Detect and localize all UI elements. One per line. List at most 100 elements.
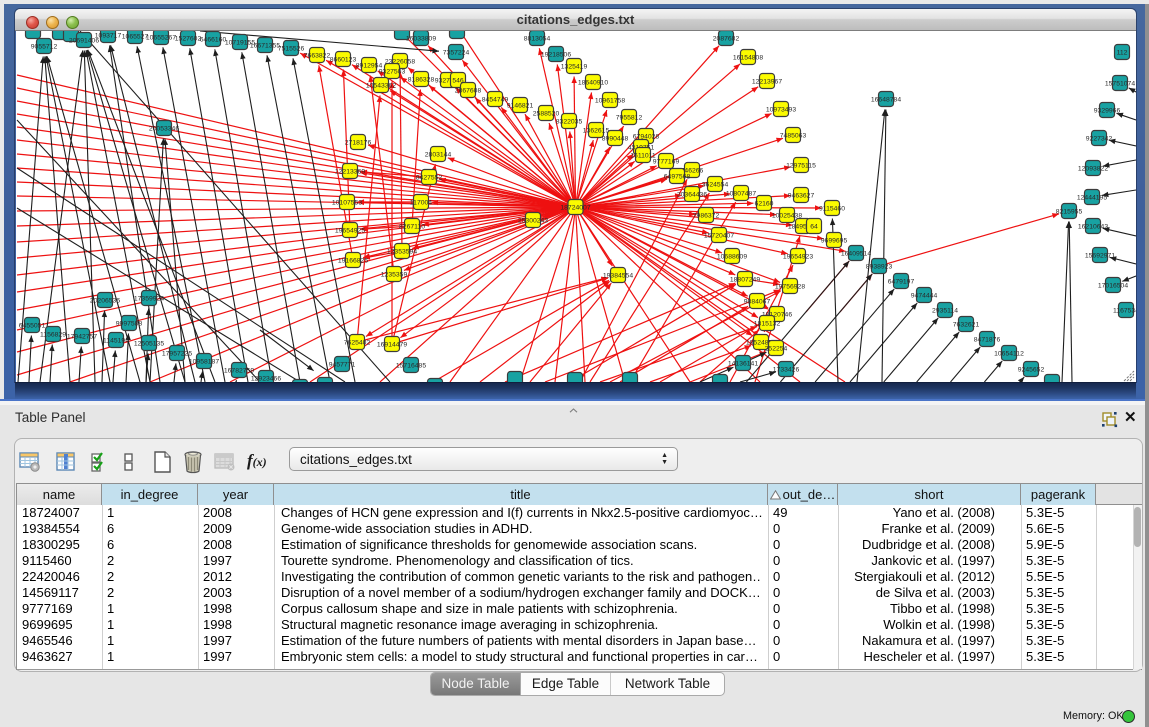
svg-text:2935114: 2935114 (932, 307, 958, 314)
svg-text:7485063: 7485063 (780, 132, 807, 139)
svg-text:9457771: 9457771 (329, 361, 356, 368)
svg-text:9884067: 9884067 (744, 298, 771, 305)
svg-text:16782759: 16782759 (224, 367, 254, 374)
svg-text:9699695: 9699695 (821, 237, 848, 244)
svg-text:17359924: 17359924 (134, 295, 164, 302)
svg-text:19654925: 19654925 (335, 227, 365, 234)
svg-text:12444195: 12444195 (1077, 194, 1107, 201)
svg-text:7357224: 7357224 (443, 49, 470, 56)
svg-text:8471876: 8471876 (974, 336, 1001, 343)
svg-text:64: 64 (810, 223, 818, 230)
svg-text:6455051: 6455051 (19, 322, 46, 329)
svg-text:1145194: 1145194 (103, 337, 129, 344)
svg-text:12213967: 12213967 (752, 78, 782, 85)
svg-text:19654923: 19654923 (783, 253, 813, 260)
svg-text:8990448: 8990448 (602, 135, 629, 142)
svg-text:20206536: 20206536 (90, 297, 120, 304)
svg-text:9463627: 9463627 (788, 192, 815, 199)
svg-text:252254: 252254 (765, 345, 788, 352)
svg-text:20053346: 20053346 (149, 125, 179, 132)
svg-text:2867608: 2867608 (455, 87, 482, 94)
svg-text:1325419: 1325419 (561, 63, 588, 70)
svg-text:9327503: 9327503 (379, 68, 406, 75)
svg-text:9474444: 9474444 (911, 292, 938, 299)
svg-text:7625402: 7625402 (344, 339, 371, 346)
svg-text:19756928: 19756928 (775, 283, 805, 290)
svg-text:20364436: 20364436 (677, 191, 707, 198)
svg-text:10654112: 10654112 (994, 350, 1024, 357)
svg-text:15716485: 15716485 (396, 362, 426, 369)
svg-text:10107553: 10107553 (332, 199, 362, 206)
svg-text:1362615: 1362615 (583, 127, 610, 134)
svg-text:12213369: 12213369 (335, 168, 365, 175)
svg-text:1235359: 1235359 (381, 271, 408, 278)
svg-text:8267110: 8267110 (399, 223, 425, 230)
svg-text:2718176: 2718176 (345, 139, 372, 146)
svg-text:16671355: 16671355 (250, 42, 280, 49)
svg-text:16409514: 16409514 (841, 250, 871, 257)
svg-text:8215955: 8215955 (1056, 208, 1083, 215)
svg-text:16648784: 16648784 (871, 96, 901, 103)
svg-text:10655267: 10655267 (146, 34, 176, 41)
svg-text:10807487: 10807487 (726, 190, 756, 197)
svg-text:8660123: 8660123 (330, 56, 357, 63)
svg-text:19218506: 19218506 (541, 51, 571, 58)
svg-text:17942757: 17942757 (67, 333, 97, 340)
svg-text:12923466: 12923466 (251, 375, 281, 382)
svg-text:1167534: 1167534 (1113, 307, 1136, 314)
svg-text:16154808: 16154808 (733, 54, 763, 61)
svg-text:62160: 62160 (755, 200, 774, 207)
svg-text:6479197: 6479197 (888, 278, 915, 285)
svg-text:15720407: 15720407 (704, 232, 734, 239)
svg-text:7515526: 7515526 (278, 45, 305, 52)
svg-text:16914479: 16914479 (377, 341, 407, 348)
svg-text:17016504: 17016504 (1098, 282, 1128, 289)
svg-text:2588520: 2588520 (533, 110, 560, 117)
svg-text:1815132: 1815132 (754, 320, 781, 327)
svg-text:7955812: 7955812 (616, 114, 643, 121)
svg-text:17957225: 17957225 (162, 350, 192, 357)
svg-text:8454749: 8454749 (482, 96, 509, 103)
svg-text:8813054: 8813054 (524, 35, 551, 42)
svg-text:7632621: 7632621 (953, 321, 980, 328)
svg-text:12353594: 12353594 (387, 248, 417, 255)
svg-text:25300243: 25300243 (518, 217, 548, 224)
svg-text:117004: 117004 (410, 199, 432, 206)
svg-text:12093822: 12093822 (1078, 165, 1108, 172)
svg-text:8938923: 8938923 (866, 263, 893, 270)
svg-text:1156829: 1156829 (40, 331, 66, 338)
svg-text:1065527: 1065527 (122, 33, 149, 40)
svg-text:10961758: 10961758 (595, 97, 625, 104)
svg-text:8322035: 8322035 (556, 118, 583, 125)
svg-text:10958187: 10958187 (189, 358, 219, 365)
svg-text:8186328: 8186328 (408, 76, 435, 83)
svg-text:3624554: 3624554 (702, 181, 729, 188)
svg-text:8427552: 8427552 (416, 174, 443, 181)
svg-text:18807249: 18807249 (730, 276, 760, 283)
svg-text:9146821: 9146821 (507, 102, 534, 109)
svg-text:18640910: 18640910 (578, 79, 608, 86)
svg-text:9329966: 9329966 (1094, 107, 1121, 114)
svg-text:9777169: 9777169 (653, 158, 680, 165)
svg-text:15751074: 15751074 (1105, 80, 1135, 87)
svg-text:1527602: 1527602 (175, 35, 202, 42)
svg-text:19166825: 19166825 (338, 257, 368, 264)
svg-text:7663822: 7663822 (304, 52, 331, 59)
svg-text:9997588: 9997588 (116, 320, 143, 327)
svg-text:10688609: 10688609 (717, 253, 747, 260)
svg-text:14136141: 14136141 (728, 360, 758, 367)
svg-text:9055712: 9055712 (31, 43, 58, 50)
svg-text:12505135: 12505135 (134, 340, 164, 347)
svg-text:10973493: 10973493 (766, 106, 796, 113)
svg-text:18724007: 18724007 (560, 204, 590, 211)
svg-text:2803144: 2803144 (425, 151, 452, 158)
svg-text:2087682: 2087682 (713, 35, 740, 42)
svg-text:9115460: 9115460 (819, 205, 845, 212)
svg-text:6497568: 6497568 (664, 173, 691, 180)
svg-text:6466160: 6466160 (200, 36, 227, 43)
svg-text:10543362: 10543362 (366, 82, 396, 89)
svg-text:7986372: 7986372 (693, 212, 720, 219)
svg-text:9227342: 9227342 (1086, 135, 1113, 142)
svg-text:1093717: 1093717 (95, 32, 122, 39)
svg-text:9245652: 9245652 (1018, 366, 1045, 373)
